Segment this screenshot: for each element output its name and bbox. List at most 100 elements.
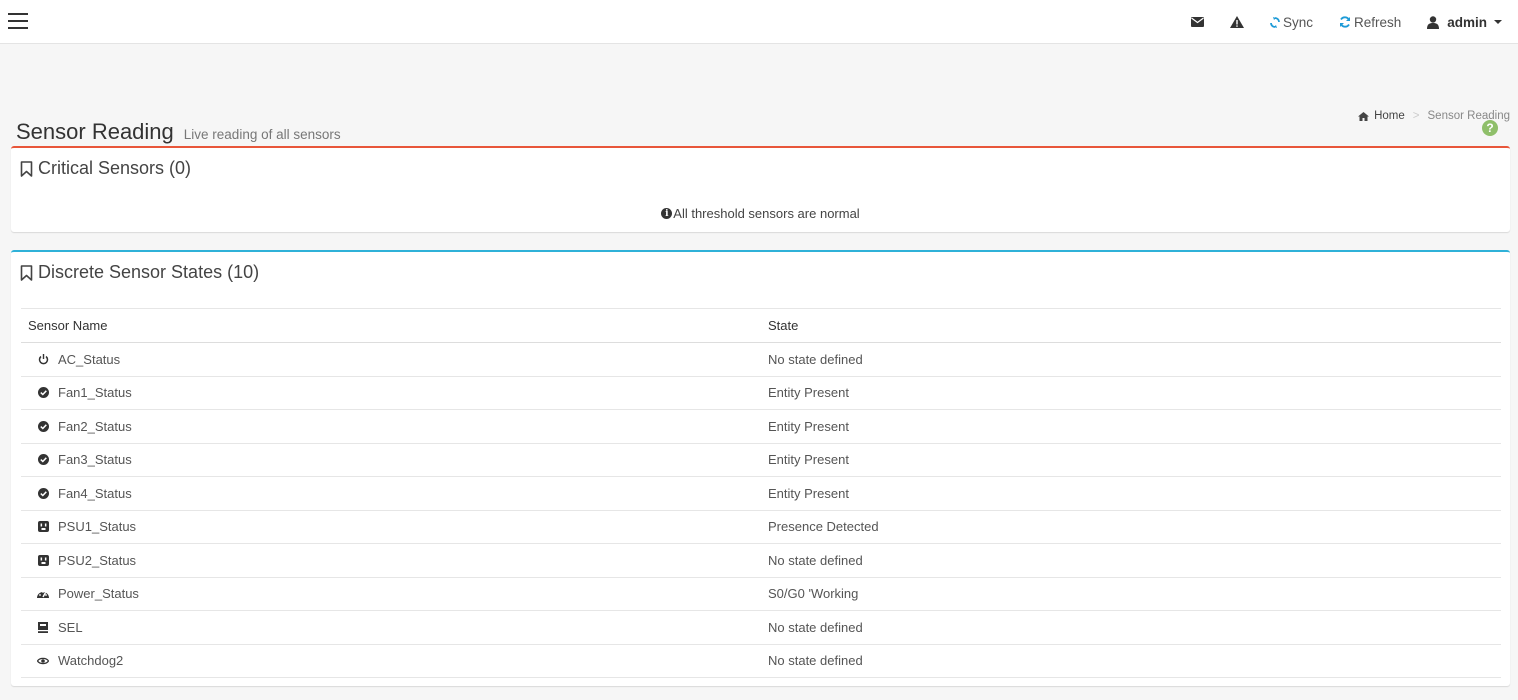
critical-sensors-title-text: Critical Sensors (0) (38, 158, 192, 178)
sensor-state-cell: No state defined (761, 644, 1501, 678)
sensor-name: PSU2_Status (58, 552, 137, 568)
sync-icon (1270, 16, 1280, 28)
user-menu[interactable]: admin (1427, 15, 1502, 30)
sensor-name-cell: SEL (21, 610, 761, 645)
menu-toggle-icon[interactable] (8, 13, 28, 29)
sensor-name: Fan4_Status (58, 485, 132, 501)
messages-button[interactable] (1190, 17, 1204, 27)
check-circle-icon (37, 387, 49, 399)
sensor-name: Fan1_Status (58, 385, 132, 401)
warning-icon (1229, 16, 1244, 28)
envelope-icon (1190, 17, 1204, 27)
sensor-state-cell: Entity Present (761, 376, 1501, 410)
home-icon (1358, 111, 1370, 121)
bookmark-icon (20, 160, 33, 177)
dashboard-icon (37, 588, 49, 600)
page-subtitle: Live reading of all sensors (183, 127, 341, 142)
user-name: admin (1447, 14, 1487, 30)
info-icon: i (661, 208, 673, 219)
table-row: AC_Status No state defined (21, 342, 1501, 377)
power-icon (37, 353, 49, 365)
sensor-state: Entity Present (768, 385, 849, 401)
plug-icon (37, 554, 49, 566)
sensor-name: PSU1_Status (58, 519, 137, 535)
sensor-name: AC_Status (58, 351, 121, 367)
breadcrumb-current: Sensor Reading (1427, 110, 1510, 122)
sensor-state-cell: Entity Present (761, 409, 1501, 444)
sensor-name-cell: Fan4_Status (21, 476, 761, 511)
sensor-state: Entity Present (768, 452, 849, 468)
alerts-button[interactable] (1229, 16, 1244, 28)
sensor-state: Presence Detected (768, 519, 879, 535)
sensor-state-cell: No state defined (761, 610, 1501, 645)
sensor-name-cell: Fan3_Status (21, 443, 761, 477)
table-row: Fan3_Status Entity Present (21, 443, 1501, 477)
log-icon (37, 621, 49, 633)
sync-button[interactable]: Sync (1270, 15, 1313, 30)
help-icon[interactable]: ? (1482, 120, 1498, 136)
sensor-name-cell: PSU1_Status (21, 510, 761, 544)
top-navbar: Sync Refresh admin (0, 0, 1518, 44)
sensor-name: SEL (58, 619, 83, 635)
sensor-state-cell: Entity Present (761, 476, 1501, 511)
check-circle-icon (37, 487, 49, 499)
column-header-state[interactable]: State (761, 308, 1501, 343)
sensor-name: Fan3_Status (58, 452, 132, 468)
discrete-sensors-title-text: Discrete Sensor States (10) (38, 262, 260, 282)
breadcrumb-home-label: Home (1374, 110, 1405, 122)
refresh-button[interactable]: Refresh (1339, 15, 1401, 30)
sensor-state-cell: No state defined (761, 543, 1501, 578)
check-circle-icon (37, 420, 49, 432)
table-row: PSU1_Status Presence Detected (21, 510, 1501, 544)
sensor-name: Watchdog2 (58, 653, 124, 669)
table-row: Fan1_Status Entity Present (21, 376, 1501, 410)
page-header: Sensor Reading Live reading of all senso… (0, 44, 1518, 148)
navbar-actions: Sync Refresh admin (1165, 0, 1502, 44)
table-row: PSU2_Status No state defined (21, 543, 1501, 578)
plug-icon (37, 521, 49, 533)
sensors-normal-text: All threshold sensors are normal (673, 206, 860, 221)
refresh-icon (1339, 16, 1350, 28)
sensors-normal-message: i All threshold sensors are normal (11, 206, 1510, 221)
sensor-state: Entity Present (768, 485, 849, 501)
table-row: SEL No state defined (21, 610, 1501, 645)
sensor-state: No state defined (768, 351, 863, 367)
discrete-sensors-table: Sensor Name State AC_Status No state def… (21, 308, 1501, 678)
critical-sensors-panel: Critical Sensors (0) i All threshold sen… (11, 146, 1510, 232)
user-icon (1427, 15, 1440, 29)
table-body: AC_Status No state defined Fan1_Status E… (21, 342, 1501, 678)
eye-icon (37, 655, 49, 667)
breadcrumb-separator: > (1412, 110, 1420, 122)
discrete-sensors-panel: Discrete Sensor States (10) Sensor Name … (11, 250, 1510, 686)
sensor-state-cell: S0/G0 'Working (761, 577, 1501, 611)
table-row: Watchdog2 No state defined (21, 644, 1501, 678)
check-circle-icon (37, 454, 49, 466)
table-header-row: Sensor Name State (21, 308, 1501, 343)
sensor-name: Power_Status (58, 586, 139, 602)
critical-sensors-title: Critical Sensors (0) (20, 158, 191, 179)
sync-label: Sync (1282, 14, 1313, 30)
discrete-sensors-title: Discrete Sensor States (10) (20, 262, 259, 283)
refresh-label: Refresh (1353, 14, 1402, 30)
sensor-name-cell: Watchdog2 (21, 644, 761, 678)
breadcrumb-home[interactable]: Home (1358, 110, 1405, 122)
sensor-state-cell: No state defined (761, 342, 1501, 377)
sensor-name: Fan2_Status (58, 418, 132, 434)
table-row: Fan2_Status Entity Present (21, 409, 1501, 444)
sensor-name-cell: PSU2_Status (21, 543, 761, 578)
sensor-name-cell: AC_Status (21, 342, 761, 377)
sensor-state-cell: Entity Present (761, 443, 1501, 477)
sensor-name-cell: Fan1_Status (21, 376, 761, 410)
sensor-state: Entity Present (768, 418, 849, 434)
page-title: Sensor Reading Live reading of all senso… (16, 119, 341, 145)
table-row: Power_Status S0/G0 'Working (21, 577, 1501, 611)
sensor-state: No state defined (768, 619, 863, 635)
bookmark-icon (20, 264, 33, 281)
sensor-name-cell: Fan2_Status (21, 409, 761, 444)
page-title-text: Sensor Reading (16, 119, 174, 144)
column-header-sensor-name[interactable]: Sensor Name (21, 308, 761, 343)
sensor-state-cell: Presence Detected (761, 510, 1501, 544)
sensor-state: No state defined (768, 653, 863, 669)
sensor-state: S0/G0 'Working (768, 586, 859, 602)
table-row: Fan4_Status Entity Present (21, 476, 1501, 511)
